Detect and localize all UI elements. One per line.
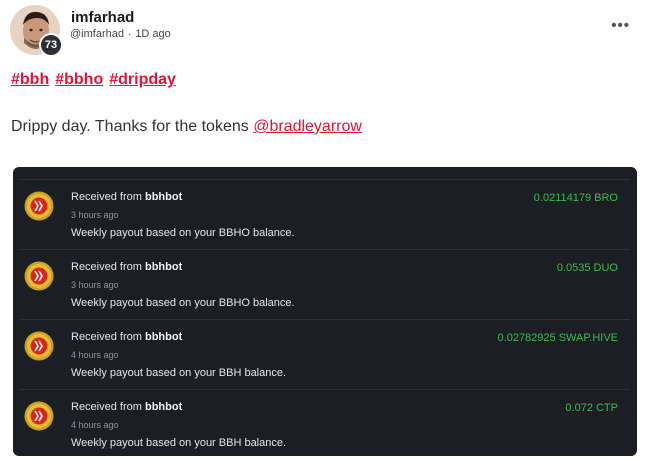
avatar-container[interactable]: 73 <box>10 5 63 57</box>
post-body: Drippy day. Thanks for the tokens @bradl… <box>11 118 362 136</box>
transaction-time: 4 hours ago <box>71 350 119 360</box>
author-handle[interactable]: @imfarhad <box>70 28 124 40</box>
more-horizontal-icon[interactable]: ••• <box>611 17 630 34</box>
tag-link[interactable]: #dripday <box>109 71 176 89</box>
transaction-row: Received from bbhbot 4 hours ago Weekly … <box>19 319 630 389</box>
separator-dot: · <box>127 28 132 40</box>
reputation-badge: 73 <box>39 33 63 57</box>
transaction-amount: 0.072 CTP <box>565 402 618 414</box>
transaction-row: Received from bbhbot 4 hours ago Weekly … <box>19 389 630 456</box>
transaction-description: Weekly payout based on your BBHO balance… <box>71 227 295 239</box>
transaction-title: Received from bbhbot <box>71 401 183 413</box>
transaction-time: 3 hours ago <box>71 210 119 220</box>
transaction-row: Received from bbhbot 3 hours ago Weekly … <box>19 249 630 319</box>
transaction-time: 4 hours ago <box>71 420 119 430</box>
post-header: 73 imfarhad @imfarhad · 1D ago ••• <box>10 5 640 57</box>
sender-name[interactable]: bbhbot <box>145 191 182 203</box>
transaction-description: Weekly payout based on your BBHO balance… <box>71 297 295 309</box>
hive-coin-icon <box>24 191 54 221</box>
user-mention-link[interactable]: @bradleyarrow <box>253 118 362 135</box>
transaction-amount: 0.02114179 BRO <box>533 192 618 204</box>
author-name[interactable]: imfarhad <box>71 9 134 26</box>
transaction-amount: 0.02782925 SWAP.HIVE <box>497 332 618 344</box>
sender-name[interactable]: bbhbot <box>145 401 182 413</box>
transaction-title: Received from bbhbot <box>71 261 183 273</box>
transaction-card: Received from bbhbot 3 hours ago Weekly … <box>13 167 637 456</box>
transaction-title: Received from bbhbot <box>71 331 183 343</box>
transaction-description: Weekly payout based on your BBH balance. <box>71 437 287 449</box>
sender-name[interactable]: bbhbot <box>145 331 182 343</box>
tag-link[interactable]: #bbho <box>55 71 103 89</box>
tag-link[interactable]: #bbh <box>11 71 49 89</box>
transaction-amount: 0.0535 DUO <box>556 262 618 274</box>
sender-name[interactable]: bbhbot <box>145 261 182 273</box>
post-time: 1D ago <box>135 28 171 40</box>
post-body-text: Drippy day. Thanks for the tokens <box>11 118 254 135</box>
transaction-row: Received from bbhbot 3 hours ago Weekly … <box>19 179 630 249</box>
tag-list: #bbh #bbho #dripday <box>11 71 176 89</box>
author-meta: @imfarhad · 1D ago <box>70 28 171 40</box>
transaction-description: Weekly payout based on your BBH balance. <box>71 367 287 379</box>
transaction-title: Received from bbhbot <box>71 191 183 203</box>
transaction-time: 3 hours ago <box>71 280 119 290</box>
hive-coin-icon <box>24 401 54 431</box>
hive-coin-icon <box>24 331 54 361</box>
hive-coin-icon <box>24 261 54 291</box>
